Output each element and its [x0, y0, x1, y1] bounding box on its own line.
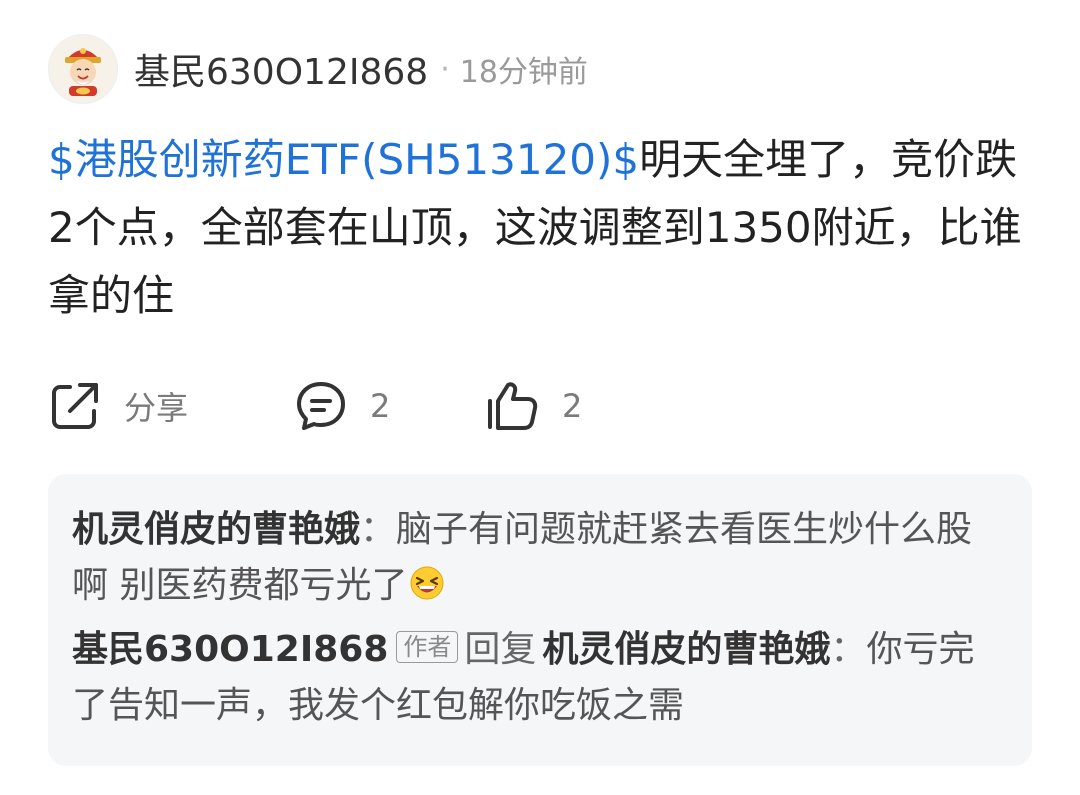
- comment-button[interactable]: 2: [294, 376, 390, 436]
- avatar-image: [65, 48, 101, 96]
- comment-item[interactable]: 机灵俏皮的曹艳娥：脑子有问题就赶紧去看医生炒什么股啊 别医药费都亏光了: [72, 502, 1008, 614]
- thumbs-up-icon: [488, 382, 538, 430]
- author-badge: 作者: [396, 631, 459, 663]
- reply-target-author[interactable]: 机灵俏皮的曹艳娥: [542, 629, 830, 670]
- share-button[interactable]: 分享: [48, 376, 188, 436]
- like-count: 2: [562, 387, 583, 425]
- comment-separator: ：: [830, 629, 867, 670]
- meta-separator: ·: [440, 51, 450, 87]
- share-label: 分享: [124, 389, 189, 427]
- reply-author[interactable]: 基民630O12I868: [72, 629, 388, 670]
- comment-count: 2: [370, 387, 391, 425]
- avatar[interactable]: [48, 34, 118, 104]
- action-bar: 分享 2 2: [48, 376, 1032, 436]
- laughing-emoji-icon: [410, 566, 444, 600]
- like-button[interactable]: 2: [484, 376, 582, 436]
- share-icon: [52, 383, 98, 429]
- comments-box[interactable]: 机灵俏皮的曹艳娥：脑子有问题就赶紧去看医生炒什么股啊 别医药费都亏光了 基民63…: [48, 474, 1032, 766]
- comment-reply-item[interactable]: 基民630O12I868 作者 回复 机灵俏皮的曹艳娥：你亏完了告知一声，我发个红包解…: [72, 622, 1008, 734]
- comment-author[interactable]: 机灵俏皮的曹艳娥: [72, 509, 360, 550]
- post-time: 18分钟前: [459, 55, 588, 90]
- post-author[interactable]: 基民630O12I868: [134, 43, 428, 95]
- stock-tag-link[interactable]: $港股创新药ETF(SH513120)$: [48, 135, 639, 184]
- post-header: 基民630O12I868 · 18分钟前: [48, 34, 588, 104]
- post-content: $港股创新药ETF(SH513120)$明天全埋了，竞价跌2个点，全部套在山顶，…: [48, 126, 1032, 330]
- comment-icon: [297, 382, 345, 430]
- reply-word: 回复: [464, 629, 537, 670]
- comment-separator: ：: [360, 509, 397, 550]
